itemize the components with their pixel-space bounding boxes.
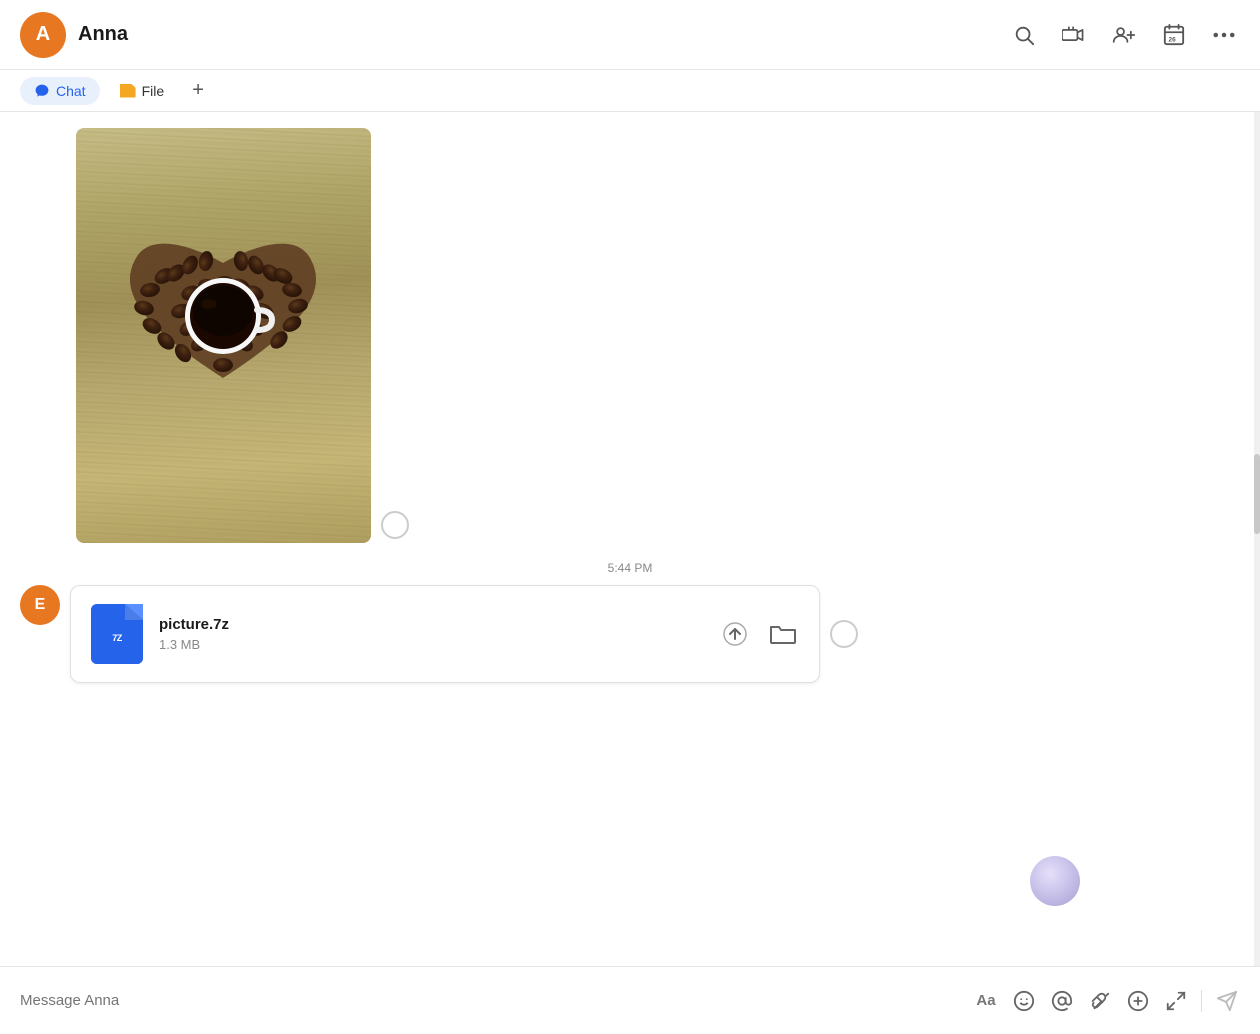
text-format-icon[interactable]: Aa [969,984,1003,1018]
attach-icon[interactable] [1083,984,1117,1018]
toolbar-divider [1201,990,1202,1012]
cursor-avatar [1030,856,1080,906]
emoji-icon[interactable] [1007,984,1041,1018]
coffee-image [76,128,371,543]
chat-tab-label: Chat [56,83,86,99]
tab-chat[interactable]: Chat [20,77,100,105]
header-actions: 26 [1008,19,1240,51]
file-message-row: E 7Z picture.7z 1.3 MB [0,585,1260,699]
file-size: 1.3 MB [159,637,703,652]
scrollbar-thumb[interactable] [1254,454,1260,534]
font-label: Aa [976,992,995,1009]
contact-avatar: A [20,12,66,58]
file-sender-avatar: E [20,585,60,625]
header-left: A Anna [20,12,128,58]
input-toolbar: Aa [969,984,1244,1018]
mention-icon[interactable] [1045,984,1079,1018]
tab-file[interactable]: File [106,77,179,105]
file-message-card: 7Z picture.7z 1.3 MB [70,585,820,683]
video-call-icon[interactable] [1058,19,1090,51]
file-name: picture.7z [159,616,703,633]
image-reaction-button[interactable] [381,511,409,539]
svg-text:26: 26 [1169,36,1177,43]
search-icon[interactable] [1008,19,1040,51]
image-bubble [76,128,371,543]
file-tab-label: File [142,83,165,99]
message-timestamp: 5:44 PM [0,543,1260,585]
scrollbar-track [1254,112,1260,966]
add-content-icon[interactable] [1121,984,1155,1018]
add-tab-button[interactable]: + [184,77,212,105]
file-actions [719,618,799,650]
calendar-icon[interactable]: 26 [1158,19,1190,51]
message-input-area: Aa [0,966,1260,1034]
file-tab-icon [120,84,136,98]
open-folder-icon[interactable] [767,618,799,650]
contact-name: Anna [78,23,128,46]
tab-bar: Chat File + [0,70,1260,112]
expand-icon[interactable] [1159,984,1193,1018]
download-icon[interactable] [719,618,751,650]
file-reaction-button[interactable] [830,620,858,648]
image-message [0,112,1260,543]
add-person-icon[interactable] [1108,19,1140,51]
chat-header: A Anna [0,0,1260,70]
file-extension-label: 7Z [112,633,122,643]
file-info: picture.7z 1.3 MB [159,616,703,652]
send-button[interactable] [1210,984,1244,1018]
coffee-heart-svg [76,128,371,543]
chat-tab-icon [34,83,50,99]
chat-messages: 5:44 PM E 7Z picture.7z 1.3 MB [0,112,1260,966]
more-options-icon[interactable] [1208,19,1240,51]
message-input[interactable] [16,992,961,1009]
file-type-icon: 7Z [91,604,143,664]
